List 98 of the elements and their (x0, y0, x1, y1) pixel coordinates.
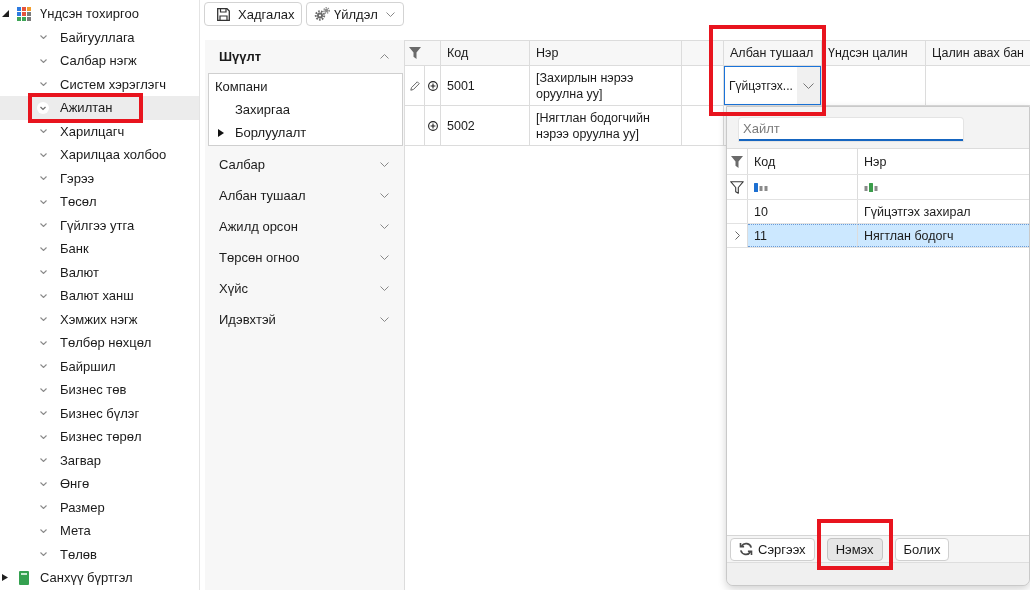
chevron-down-icon[interactable] (39, 82, 47, 87)
table-cell-text: Гүйцэтгэх захирал (863, 203, 972, 221)
chevron-down-icon[interactable] (39, 129, 47, 134)
column-header[interactable]: Код (748, 149, 858, 174)
text-filter-icon[interactable] (754, 182, 768, 192)
tree-item[interactable]: Өнгө (0, 472, 199, 496)
chevron-down-icon[interactable] (39, 364, 47, 369)
tree-item[interactable]: Байршил (0, 354, 199, 378)
chevron-down-icon[interactable] (39, 434, 47, 439)
table-cell: Нягтлан бодогч (858, 224, 1029, 247)
section-header[interactable]: Шүүлт (205, 40, 404, 72)
tree-item[interactable]: Ажилтан (0, 96, 199, 120)
tree-item[interactable]: Харилцагч (0, 119, 199, 143)
column-header[interactable]: Цалин авах бан (926, 41, 1030, 65)
filter-icon[interactable] (409, 47, 421, 59)
save-icon (217, 7, 230, 21)
chevron-down-icon[interactable] (39, 223, 47, 228)
tree-item[interactable]: Захиргаа (209, 98, 402, 121)
save-button[interactable]: Хадгалах (204, 2, 302, 26)
chevron-right-icon (734, 231, 740, 240)
chevron-down-icon (803, 82, 814, 89)
filter-icon[interactable] (731, 155, 743, 168)
table-cell: [Нягтлан бодогчийн нэрээ оруулна уу] (530, 106, 682, 145)
chevron-down-icon[interactable] (39, 317, 47, 322)
menu-button[interactable]: Үйлдэл (306, 2, 404, 26)
chevron-down-icon[interactable] (39, 199, 47, 204)
search-field[interactable]: Хайлт (739, 118, 963, 141)
chevron-down-icon[interactable] (39, 152, 47, 157)
dialog-button[interactable]: Нэмэх (826, 537, 883, 561)
table-cell: 10 (748, 200, 858, 223)
chevron-down-icon[interactable] (39, 340, 47, 345)
chevron-down-icon[interactable] (39, 481, 47, 486)
plus-circle-icon[interactable] (427, 120, 438, 131)
triangle-icon[interactable] (2, 574, 8, 582)
combo-box[interactable]: Гүйцэтгэх... (724, 66, 821, 105)
table-cell: 5001 (441, 66, 530, 105)
chevron-down-icon[interactable] (37, 101, 49, 114)
column-header[interactable]: Код (441, 41, 530, 65)
chevron-down-icon[interactable] (39, 528, 47, 533)
chevron-down-icon[interactable] (39, 552, 47, 557)
tree-item[interactable]: Валют (0, 260, 199, 284)
dialog-button[interactable]: Болих (894, 537, 950, 561)
tree-item[interactable]: Хэмжих нэгж (0, 307, 199, 331)
chevron-down-icon[interactable] (39, 176, 47, 181)
chevron-down-icon[interactable] (39, 458, 47, 463)
column-header[interactable]: Нэр (858, 149, 1029, 174)
tree-item[interactable]: Харилцаа холбоо (0, 143, 199, 167)
chevron-down-icon[interactable] (39, 387, 47, 392)
tree-item[interactable]: Загвар (0, 448, 199, 472)
chevron-down-icon[interactable] (39, 293, 47, 298)
chevron-down-icon (386, 11, 395, 17)
tree-item[interactable]: Мета (0, 519, 199, 543)
column-header[interactable]: Нэр (530, 41, 682, 65)
tree-item[interactable]: Төлөв (0, 542, 199, 566)
triangle-icon[interactable] (2, 10, 9, 18)
tree-item[interactable]: Бизнес бүлэг (0, 401, 199, 425)
tree-item[interactable]: Санхүү бүртгэл (0, 566, 199, 590)
tree-item[interactable]: Борлуулалт (209, 121, 402, 144)
tree-item[interactable]: Систем хэрэглэгч (0, 72, 199, 96)
column-header[interactable]: Үндсэн цалин (822, 41, 926, 65)
tree-item[interactable]: Байгууллага (0, 25, 199, 49)
tree-item[interactable]: Банк (0, 237, 199, 261)
tree-item[interactable]: Төсөл (0, 190, 199, 214)
section-header[interactable]: Идэвхтэй (205, 304, 404, 335)
tree-item[interactable]: Валют ханш (0, 284, 199, 308)
tree-item[interactable]: Гэрээ (0, 166, 199, 190)
refresh-icon (739, 542, 753, 556)
chevron-down-icon[interactable] (39, 246, 47, 251)
section-header[interactable]: Салбар (205, 149, 404, 180)
table-cell: [Захирлын нэрээ оруулна уу] (530, 66, 682, 105)
chevron-down-icon[interactable] (39, 270, 47, 275)
plus-circle-icon[interactable] (427, 80, 438, 91)
tree-item[interactable]: Гүйлгээ утга (0, 213, 199, 237)
tree-item[interactable]: Үндсэн тохиргоо (0, 2, 199, 26)
refresh-button[interactable]: Сэргээх (730, 537, 815, 561)
book-icon (17, 570, 31, 585)
section-header[interactable]: Хүйс (205, 273, 404, 304)
filter-icon[interactable] (730, 180, 744, 194)
section-header[interactable]: Албан тушаал (205, 180, 404, 211)
tree-item[interactable]: Бизнес төв (0, 378, 199, 402)
section-header[interactable]: Төрсөн огноо (205, 242, 404, 273)
tree-item[interactable]: Компани (209, 75, 402, 98)
tree-item[interactable]: Размер (0, 495, 199, 519)
gears-icon (314, 7, 330, 21)
chevron-down-icon[interactable] (39, 58, 47, 63)
list-row[interactable]: 11 Нягтлан бодогч (727, 224, 1029, 248)
table-cell: 5002 (441, 106, 530, 145)
chevron-down-icon[interactable] (39, 505, 47, 510)
text-filter-icon[interactable] (864, 182, 878, 192)
section-header[interactable]: Ажилд орсон (205, 211, 404, 242)
tree-item[interactable]: Салбар нэгж (0, 49, 199, 73)
chevron-down-icon[interactable] (39, 35, 47, 40)
chevron-down-icon[interactable] (39, 411, 47, 416)
tree-item[interactable]: Төлбөр нөхцөл (0, 331, 199, 355)
column-header[interactable]: Албан тушаал (724, 41, 822, 65)
colored-grid-icon (17, 6, 31, 21)
tree-item[interactable]: Бизнес төрөл (0, 425, 199, 449)
table-cell: 11 (748, 224, 858, 247)
